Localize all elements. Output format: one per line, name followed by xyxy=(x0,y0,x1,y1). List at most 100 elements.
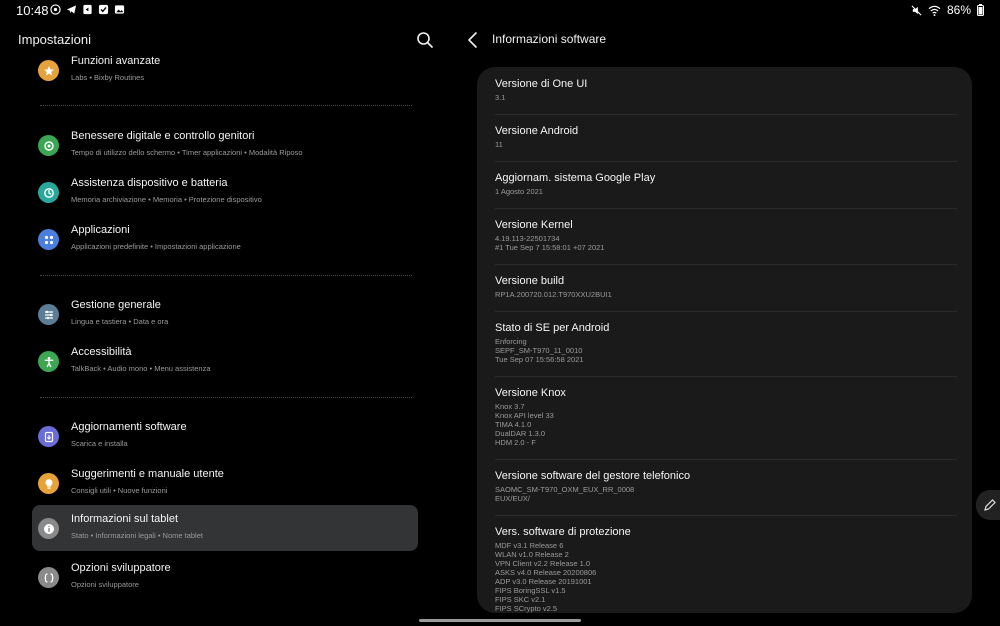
status-time: 10:48 xyxy=(16,3,49,18)
settings-item-subtitle: Lingua e tastiera • Data e ora xyxy=(71,317,169,326)
divider xyxy=(495,459,957,460)
info-item-title: Aggiornam. sistema Google Play xyxy=(495,172,656,184)
mute-icon xyxy=(911,5,922,15)
info-item-value: SAOMC_SM-T970_OXM_EUX_RR_0008 xyxy=(495,485,635,494)
info-item-title: Versione Knox xyxy=(495,387,566,399)
settings-item-title: Opzioni sviluppatore xyxy=(71,562,171,574)
info-item-value: FIPS SCrypto v2.5 xyxy=(495,604,558,613)
gallery-icon xyxy=(114,5,125,14)
divider xyxy=(40,105,412,106)
settings-item-advanced-features[interactable]: Funzioni avanzate Labs • Bixby Routines xyxy=(32,54,418,93)
battery-icon xyxy=(977,4,984,16)
software-info-card: Versione di One UI 3.1 Versione Android … xyxy=(477,67,972,613)
info-item-value: ASKS v4.0 Release 20200806 xyxy=(495,568,597,577)
settings-item-subtitle: Scarica e installa xyxy=(71,439,128,448)
settings-item-accessibility[interactable]: Accessibilità TalkBack • Audio mono • Me… xyxy=(32,338,418,384)
settings-item-about-tablet[interactable]: Informazioni sul tablet Stato • Informaz… xyxy=(32,505,418,551)
info-item-value: 4.19.113-22501734 xyxy=(495,234,560,243)
info-item-value: Tue Sep 07 15:56:58 2021 xyxy=(495,355,584,364)
file-icon xyxy=(83,4,92,15)
settings-item-device-care[interactable]: Assistenza dispositivo e batteria Memori… xyxy=(32,169,418,215)
wellbeing-icon xyxy=(38,135,59,156)
settings-item-software-update[interactable]: Aggiornamenti software Scarica e install… xyxy=(32,413,418,459)
accessibility-icon xyxy=(38,351,59,372)
back-icon[interactable] xyxy=(465,31,481,49)
wifi-icon xyxy=(928,5,941,16)
divider xyxy=(495,376,957,377)
info-item-build-version[interactable]: Versione build RP1A.200720.012.T970XXU2B… xyxy=(495,275,957,299)
info-item-title: Vers. software di protezione xyxy=(495,526,631,538)
settings-item-subtitle: TalkBack • Audio mono • Menu assistenza xyxy=(71,364,211,373)
divider xyxy=(495,161,957,162)
battery-level: 86% xyxy=(946,3,971,17)
pencil-icon xyxy=(984,499,996,511)
sync-icon xyxy=(50,4,61,15)
info-item-value: FIPS BoringSSL v1.5 xyxy=(495,586,566,595)
check-icon xyxy=(98,4,109,15)
info-item-value: EUX/EUX/ xyxy=(495,494,531,503)
info-item-value: Knox API level 33 xyxy=(495,411,554,420)
divider xyxy=(495,515,957,516)
info-item-value: 3.1 xyxy=(495,93,506,102)
info-item-value: 1 Agosto 2021 xyxy=(495,187,543,196)
info-item-value: TIMA 4.1.0 xyxy=(495,420,532,429)
search-icon[interactable] xyxy=(415,30,435,50)
info-item-value: Enforcing xyxy=(495,337,527,346)
info-item-value: SEPF_SM-T970_11_0010 xyxy=(495,346,583,355)
info-item-value: DualDAR 1.3.0 xyxy=(495,429,546,438)
settings-item-digital-wellbeing[interactable]: Benessere digitale e controllo genitori … xyxy=(32,122,418,168)
info-item-one-ui-version[interactable]: Versione di One UI 3.1 xyxy=(495,78,957,102)
settings-item-subtitle: Labs • Bixby Routines xyxy=(71,73,145,82)
info-item-knox-version[interactable]: Versione Knox Knox 3.7 Knox API level 33… xyxy=(495,387,957,447)
settings-item-subtitle: Applicazioni predefinite • Impostazioni … xyxy=(71,242,241,251)
settings-item-title: Assistenza dispositivo e batteria xyxy=(71,177,228,189)
notification-icons xyxy=(50,4,125,15)
settings-item-title: Suggerimenti e manuale utente xyxy=(71,468,224,480)
edit-button[interactable] xyxy=(976,490,1000,520)
update-icon xyxy=(38,426,59,447)
info-item-value: ADP v3.0 Release 20191001 xyxy=(495,577,592,586)
settings-title: Impostazioni xyxy=(18,32,91,47)
info-item-se-status[interactable]: Stato di SE per Android Enforcing SEPF_S… xyxy=(495,322,957,364)
sliders-icon xyxy=(38,304,59,325)
navigation-handle[interactable] xyxy=(419,619,581,622)
divider xyxy=(40,397,412,398)
telegram-icon xyxy=(66,5,77,14)
settings-item-tips-manual[interactable]: Suggerimenti e manuale utente Consigli u… xyxy=(32,460,418,506)
info-item-title: Stato di SE per Android xyxy=(495,322,610,334)
settings-item-title: Aggiornamenti software xyxy=(71,421,187,433)
info-item-android-version[interactable]: Versione Android 11 xyxy=(495,125,957,149)
divider xyxy=(495,114,957,115)
settings-item-title: Applicazioni xyxy=(71,224,130,236)
software-info-title: Informazioni software xyxy=(492,32,607,46)
info-item-value: 11 xyxy=(495,140,503,149)
settings-item-general-management[interactable]: Gestione generale Lingua e tastiera • Da… xyxy=(32,291,418,337)
info-item-google-play-update[interactable]: Aggiornam. sistema Google Play 1 Agosto … xyxy=(495,172,957,196)
settings-item-applications[interactable]: Applicazioni Applicazioni predefinite • … xyxy=(32,216,418,262)
info-item-value: FIPS SKC v2.1 xyxy=(495,595,546,604)
settings-item-title: Benessere digitale e controllo genitori xyxy=(71,130,255,142)
status-right: 86% xyxy=(911,3,984,17)
info-icon xyxy=(38,518,59,539)
settings-item-subtitle: Consigli utili • Nuove funzioni xyxy=(71,486,168,495)
developer-icon xyxy=(38,567,59,588)
settings-item-title: Gestione generale xyxy=(71,299,161,311)
info-item-value: HDM 2.0 - F xyxy=(495,438,536,447)
settings-list: Funzioni avanzate Labs • Bixby Routines … xyxy=(32,54,418,614)
settings-item-developer-options[interactable]: Opzioni sviluppatore Opzioni sviluppator… xyxy=(32,554,418,600)
info-item-carrier-software[interactable]: Versione software del gestore telefonico… xyxy=(495,470,957,503)
settings-item-title: Accessibilità xyxy=(71,346,132,358)
settings-item-subtitle: Tempo di utilizzo dello schermo • Timer … xyxy=(71,148,303,157)
bulb-icon xyxy=(38,473,59,494)
info-item-title: Versione Kernel xyxy=(495,219,573,231)
info-item-value: WLAN v1.0 Release 2 xyxy=(495,550,569,559)
settings-item-title: Informazioni sul tablet xyxy=(71,513,178,525)
info-item-value: MDF v3.1 Release 6 xyxy=(495,541,564,550)
info-item-kernel-version[interactable]: Versione Kernel 4.19.113-22501734 #1 Tue… xyxy=(495,219,957,252)
info-item-title: Versione Android xyxy=(495,125,579,137)
divider xyxy=(495,208,957,209)
settings-item-subtitle: Opzioni sviluppatore xyxy=(71,580,139,589)
info-item-security-software[interactable]: Vers. software di protezione MDF v3.1 Re… xyxy=(495,526,957,613)
status-bar: 10:48 86% xyxy=(0,0,1000,22)
info-item-title: Versione software del gestore telefonico xyxy=(495,470,691,482)
